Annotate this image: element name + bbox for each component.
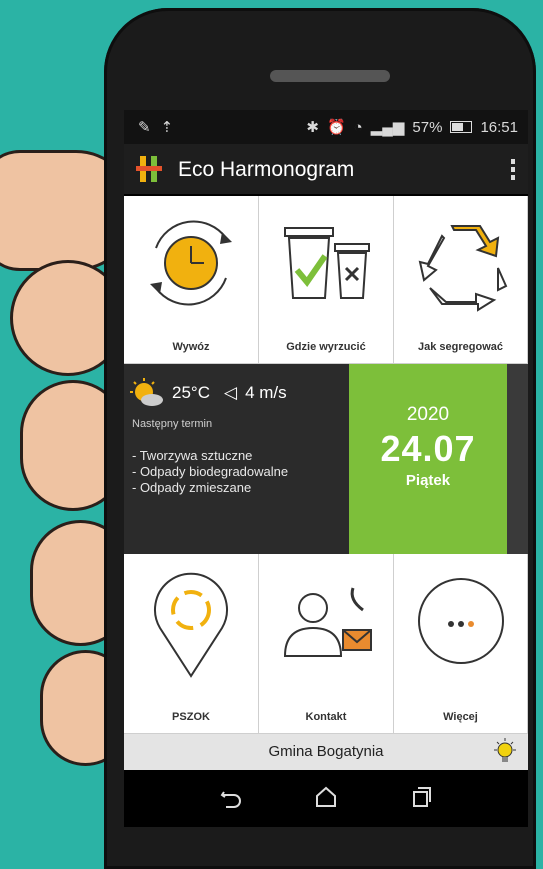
battery-percent: 57% (412, 118, 443, 136)
lightbulb-icon[interactable] (492, 738, 518, 766)
notification-edit-icon: ✎ (138, 119, 151, 136)
temperature: 25°C (172, 383, 210, 402)
pin-recycle-icon (154, 572, 228, 678)
battery-icon (450, 121, 473, 133)
clock-cycle-icon (150, 220, 232, 306)
status-bar: ✎ ⇡ ✱ ⏰ ◔ ▂▄▆ 57% 16:51 (124, 110, 528, 144)
tile-wiecej[interactable]: Więcej (394, 554, 528, 734)
tile-label: PSZOK (172, 711, 210, 723)
tile-label: Jak segregować (418, 341, 503, 353)
home-icon[interactable] (313, 784, 339, 810)
weather-row: 25°C ◁ 4 m/s (130, 378, 287, 408)
tile-label: Więcej (443, 711, 478, 723)
tile-label: Wywóz (172, 341, 210, 353)
recycle-icon (418, 225, 507, 312)
panel-edge (507, 364, 528, 554)
recent-apps-icon[interactable] (409, 784, 435, 810)
wind-speed: 4 m/s (245, 383, 287, 402)
next-term-list: - Tworzywa sztuczne - Odpady biodegradow… (132, 448, 288, 496)
app-bar: Eco Harmonogram (124, 144, 528, 194)
system-nav-bar (124, 770, 528, 827)
tile-label: Kontakt (305, 711, 347, 723)
clock-time: 16:51 (480, 118, 518, 136)
overflow-menu-icon[interactable] (510, 158, 516, 182)
date-weekday: Piątek (405, 472, 451, 489)
tile-wywoz[interactable]: Wywóz (124, 196, 259, 364)
list-item: - Odpady zmieszane (132, 480, 252, 495)
tile-gdzie-wyrzucic[interactable]: Gdzie wyrzucić (259, 196, 394, 364)
eco-logo-icon (136, 156, 162, 182)
list-item: - Tworzywa sztuczne (132, 448, 253, 463)
tile-pszok[interactable]: PSZOK (124, 554, 259, 734)
phone-speaker (270, 70, 390, 82)
phone-screen: ✎ ⇡ ✱ ⏰ ◔ ▂▄▆ 57% 16:51 Eco Harmonogram (124, 110, 528, 827)
date-day: 24.07 (380, 428, 476, 469)
more-dots-icon (417, 578, 504, 664)
app-title: Eco Harmonogram (178, 158, 355, 181)
back-icon[interactable] (218, 784, 244, 810)
tile-label: Gdzie wyrzucić (286, 341, 366, 353)
date-card: 2020 24.07 Piątek (349, 364, 507, 554)
schedule-panel[interactable]: 25°C ◁ 4 m/s Następny termin - Tworzywa … (124, 364, 528, 554)
date-year: 2020 (406, 404, 450, 425)
wifi-icon: ◔ (353, 118, 363, 136)
list-item: - Odpady biodegradowalne (132, 464, 289, 479)
sun-cloud-icon (130, 378, 163, 406)
wind-icon: ◁ (223, 383, 238, 402)
alarm-icon: ⏰ (326, 119, 346, 136)
gmina-name: Gmina Bogatynia (268, 743, 384, 760)
gmina-bar[interactable]: Gmina Bogatynia (124, 734, 528, 770)
bins-check-icon (284, 227, 370, 299)
contact-person-icon (283, 587, 372, 657)
upload-icon: ⇡ (160, 119, 174, 136)
bluetooth-icon: ✱ (306, 119, 319, 136)
next-term-heading: Następny termin (132, 418, 213, 430)
signal-icon: ▂▄▆ (370, 119, 405, 136)
tile-jak-segregowac[interactable]: Jak segregować (394, 196, 528, 364)
tile-kontakt[interactable]: Kontakt (259, 554, 394, 734)
